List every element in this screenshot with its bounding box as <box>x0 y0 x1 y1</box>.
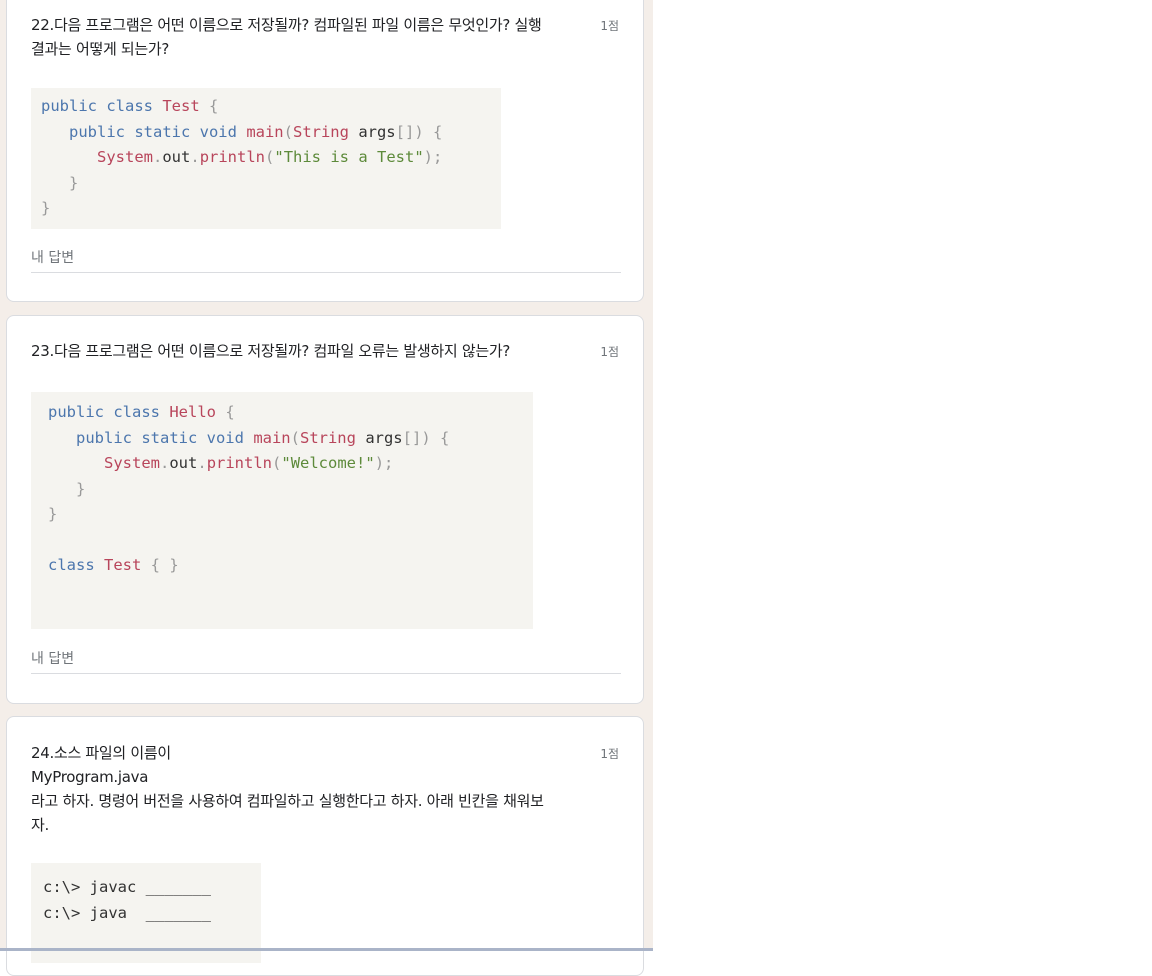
question-card-24: 24.소스 파일의 이름이 MyProgram.java 라고 하자. 명령어 … <box>6 716 644 976</box>
question-text: 24.소스 파일의 이름이 MyProgram.java 라고 하자. 명령어 … <box>31 744 544 834</box>
code-block: public class Test { public static void m… <box>31 88 501 229</box>
answer-input[interactable]: 내 답변 <box>31 648 621 674</box>
question-card-23: 23.다음 프로그램은 어떤 이름으로 저장될까? 컴파일 오류는 발생하지 않… <box>6 315 644 704</box>
question-text: 22.다음 프로그램은 어떤 이름으로 저장될까? 컴파일된 파일 이름은 무엇… <box>31 16 542 58</box>
code-block: public class Hello { public static void … <box>31 392 533 629</box>
answer-placeholder: 내 답변 <box>31 651 75 667</box>
answer-placeholder: 내 답변 <box>31 250 75 266</box>
points-label: 1점 <box>600 345 619 359</box>
question-card-22: 22.다음 프로그램은 어떤 이름으로 저장될까? 컴파일된 파일 이름은 무엇… <box>6 0 644 302</box>
answer-input[interactable]: 내 답변 <box>31 247 621 273</box>
points-label: 1점 <box>600 747 619 761</box>
points-label: 1점 <box>600 19 619 33</box>
question-text: 23.다음 프로그램은 어떤 이름으로 저장될까? 컴파일 오류는 발생하지 않… <box>31 342 511 360</box>
